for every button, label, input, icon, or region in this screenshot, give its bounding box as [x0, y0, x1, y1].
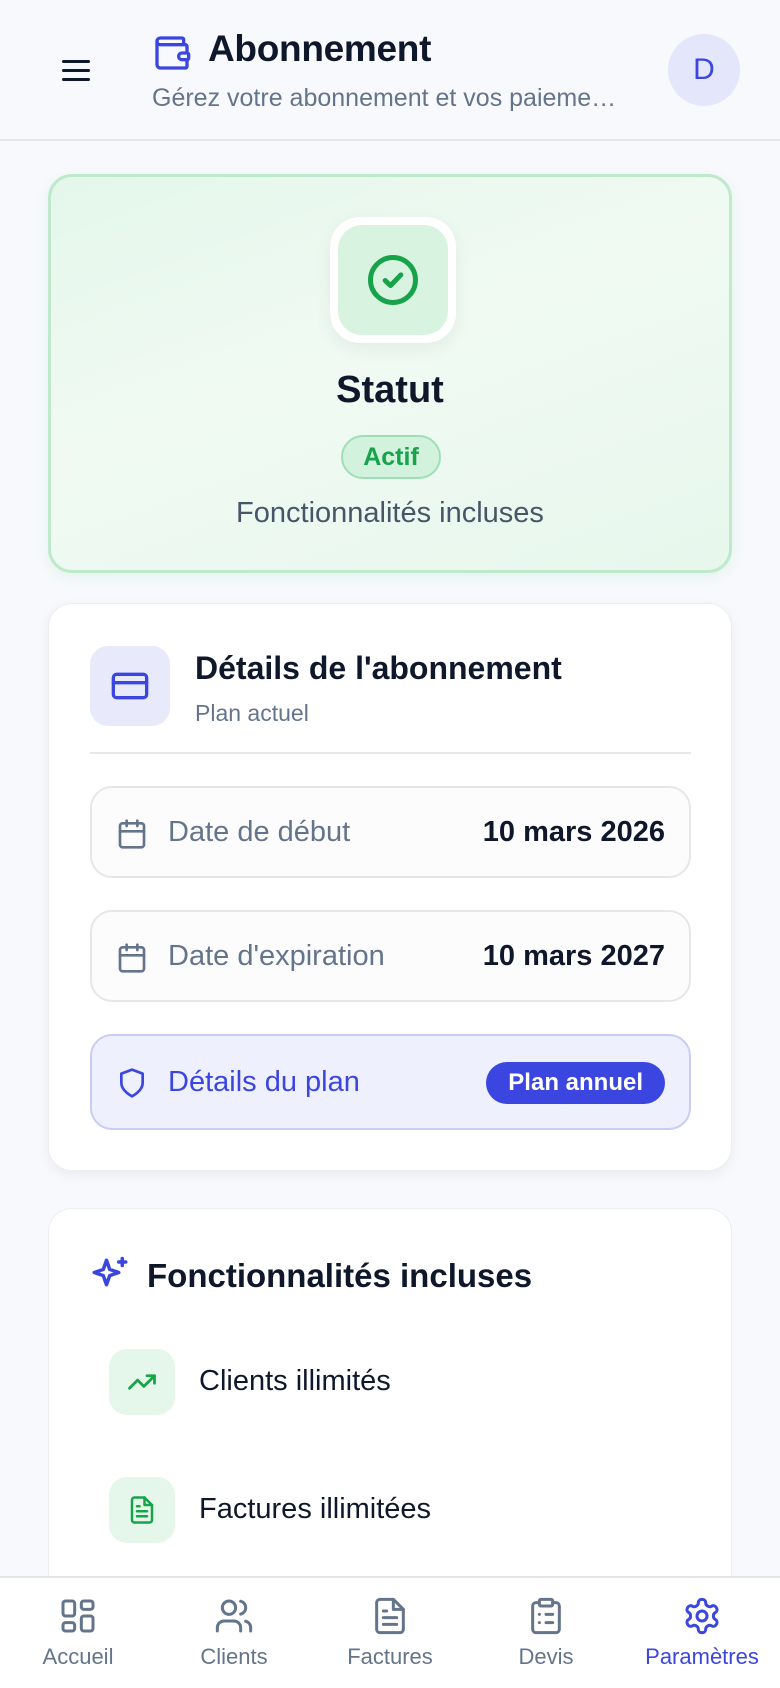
wallet-icon	[155, 36, 191, 70]
status-title: Statut	[336, 369, 444, 411]
expiry-date-row: Date d'expiration 10 mars 2027	[90, 910, 691, 1002]
status-subtitle: Fonctionnalités incluses	[236, 497, 544, 529]
gear-icon	[685, 1597, 719, 1635]
sparkles-icon	[92, 1256, 128, 1287]
status-card: Statut Actif Fonctionnalités incluses	[48, 174, 732, 573]
grid-icon	[61, 1599, 95, 1633]
page-title: Abonnement	[208, 28, 432, 69]
trending-up-icon	[109, 1349, 175, 1415]
nav-label: Clients	[200, 1644, 268, 1669]
status-badge: Actif	[341, 435, 441, 479]
plan-details-row[interactable]: Détails du plan Plan annuel	[90, 1034, 691, 1130]
nav-item-accueil[interactable]: Accueil	[0, 1578, 156, 1688]
details-subtitle: Plan actuel	[195, 700, 309, 726]
start-date-label: Date de début	[168, 816, 351, 848]
calendar-icon	[118, 819, 146, 849]
nav-label: Accueil	[42, 1644, 114, 1669]
status-icon-container	[330, 217, 456, 343]
feature-label: Clients illimités	[199, 1365, 391, 1397]
bottom-nav: Accueil Clients Factures Devis Paramètre…	[0, 1576, 780, 1688]
subscription-details-card: Détails de l'abonnement Plan actuel Date…	[48, 603, 732, 1171]
nav-label: Devis	[518, 1644, 574, 1669]
credit-card-icon	[90, 646, 170, 726]
file-text-icon	[375, 1597, 405, 1635]
expiry-date-label: Date d'expiration	[168, 940, 385, 972]
plan-type-badge: Plan annuel	[486, 1062, 665, 1104]
list-item: Clients illimités	[109, 1349, 669, 1415]
nav-item-parametres[interactable]: Paramètres	[624, 1578, 780, 1688]
clipboard-list-icon	[531, 1597, 561, 1635]
nav-label: Factures	[347, 1644, 433, 1669]
divider	[90, 752, 691, 754]
app-header: Abonnement Gérez votre abonnement et vos…	[0, 0, 780, 141]
nav-item-factures[interactable]: Factures	[312, 1578, 468, 1688]
nav-item-devis[interactable]: Devis	[468, 1578, 624, 1688]
details-title: Détails de l'abonnement	[195, 650, 562, 686]
nav-item-clients[interactable]: Clients	[156, 1578, 312, 1688]
users-icon	[215, 1599, 253, 1633]
shield-icon	[120, 1068, 144, 1098]
calendar-icon	[118, 943, 146, 973]
list-item: Factures illimitées	[109, 1477, 669, 1543]
start-date-value: 10 mars 2026	[482, 816, 665, 848]
check-circle-icon	[368, 255, 418, 305]
nav-label: Paramètres	[645, 1644, 759, 1669]
menu-icon[interactable]	[56, 52, 96, 88]
avatar[interactable]: D	[668, 34, 740, 106]
page-subtitle: Gérez votre abonnement et vos paiements	[152, 84, 617, 112]
plan-details-label: Détails du plan	[168, 1066, 360, 1098]
start-date-row: Date de début 10 mars 2026	[90, 786, 691, 878]
feature-label: Factures illimitées	[199, 1493, 432, 1525]
expiry-date-value: 10 mars 2027	[482, 940, 665, 972]
features-title: Fonctionnalités incluses	[147, 1257, 533, 1294]
features-card: Fonctionnalités incluses Clients illimit…	[48, 1208, 732, 1628]
file-text-icon	[109, 1477, 175, 1543]
